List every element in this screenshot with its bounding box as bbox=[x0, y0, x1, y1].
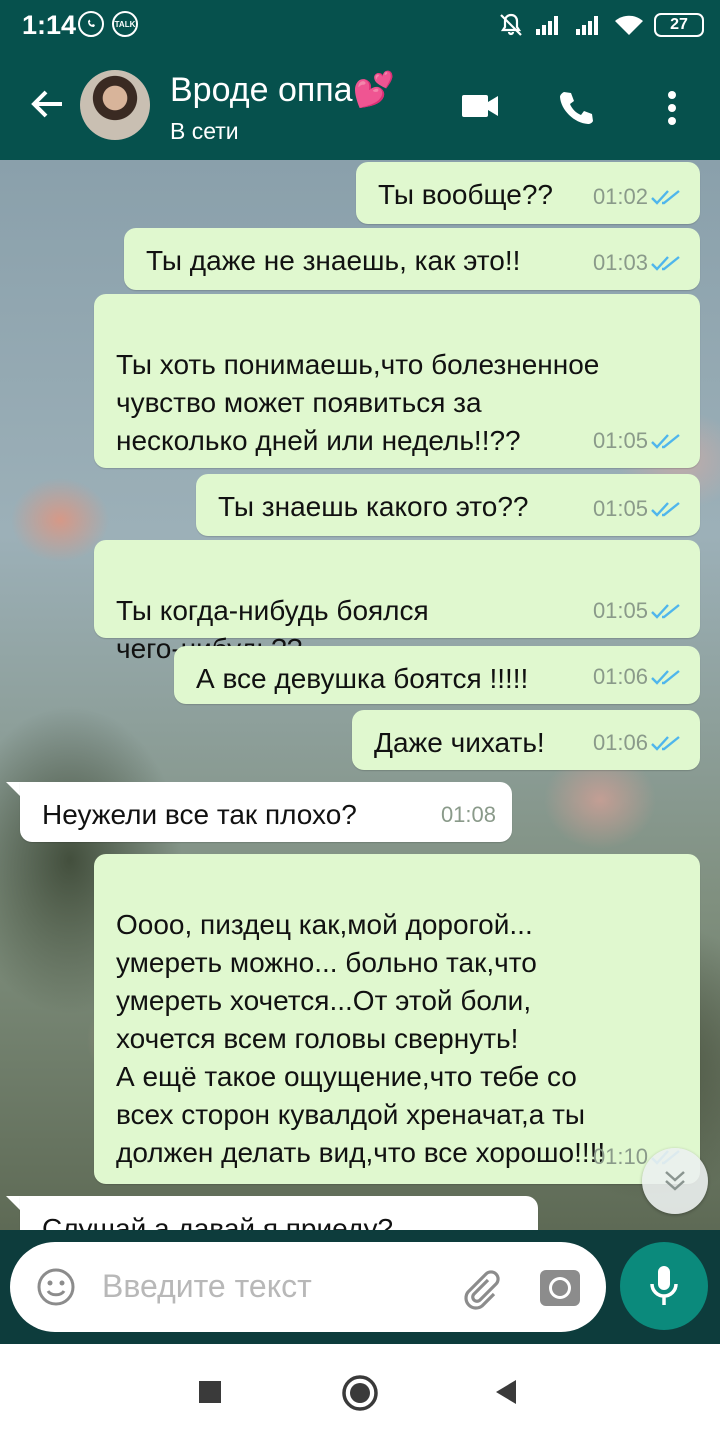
signal-icon-1 bbox=[536, 16, 558, 35]
message-time: 01:08 bbox=[440, 802, 496, 827]
message-text: Оооо, пиздец как,мой дорогой... умереть … bbox=[116, 909, 606, 1168]
more-options-button[interactable] bbox=[662, 88, 682, 133]
message-bubble-outgoing[interactable]: Ты знаешь какого это?? 01:05 bbox=[196, 474, 700, 536]
mute-icon bbox=[500, 13, 522, 36]
notification-icons: TALK bbox=[78, 11, 138, 37]
read-ticks-icon bbox=[651, 190, 680, 205]
status-time: 1:14 bbox=[22, 10, 77, 40]
message-time: 01:06 bbox=[592, 730, 648, 755]
message-bubble-outgoing[interactable]: Ты хоть понимаешь,что болезненное чувств… bbox=[94, 294, 700, 468]
message-bubble-outgoing[interactable]: Ты когда-нибудь боялся чего-нибудь?? 01:… bbox=[94, 540, 700, 664]
read-ticks-icon bbox=[651, 604, 680, 619]
message-text: Ты вообще?? bbox=[378, 179, 553, 210]
message-text: Ты знаешь какого это?? bbox=[218, 491, 529, 522]
mic-icon bbox=[650, 1266, 678, 1305]
system-navigation-bar bbox=[0, 1344, 720, 1440]
emoji-icon[interactable] bbox=[36, 1267, 76, 1307]
voice-record-button[interactable] bbox=[620, 1242, 708, 1330]
message-meta: 01:06 bbox=[593, 724, 684, 762]
wifi-icon bbox=[615, 15, 643, 35]
read-ticks-icon bbox=[651, 256, 680, 271]
message-text: Слушай,а давай я приеду? bbox=[42, 1213, 394, 1230]
message-bubble-outgoing[interactable]: Оооо, пиздец как,мой дорогой... умереть … bbox=[94, 854, 700, 1184]
video-call-button[interactable] bbox=[460, 88, 500, 129]
message-meta: 01:05 bbox=[593, 422, 684, 460]
message-text: А все девушка боятся !!!!! bbox=[196, 663, 529, 694]
phone-icon bbox=[560, 92, 593, 124]
voice-call-button[interactable] bbox=[556, 88, 596, 133]
message-input-container[interactable]: Введите текст bbox=[10, 1242, 606, 1332]
message-bubble-incoming[interactable]: Неужели все так плохо? 01:08 bbox=[20, 782, 512, 842]
battery-indicator: 27 bbox=[654, 13, 704, 37]
message-bubble-incoming[interactable]: Слушай,а давай я приеду? bbox=[20, 1196, 538, 1230]
message-input[interactable]: Введите текст bbox=[102, 1268, 312, 1305]
signal-icon-2 bbox=[576, 16, 598, 35]
system-icons: 27 bbox=[498, 12, 704, 38]
whatsapp-notification-icon bbox=[78, 11, 104, 37]
composer: Введите текст bbox=[0, 1230, 720, 1344]
message-time: 01:02 bbox=[592, 184, 648, 209]
avatar[interactable] bbox=[80, 70, 150, 140]
message-meta: 01:03 bbox=[593, 244, 684, 282]
message-text: Даже чихать! bbox=[374, 727, 545, 758]
attach-icon[interactable] bbox=[458, 1266, 502, 1310]
message-time: 01:03 bbox=[592, 250, 648, 275]
contact-name[interactable]: Вроде оппа💕 bbox=[170, 70, 395, 110]
message-meta: 01:06 bbox=[593, 658, 684, 696]
home-circle-icon bbox=[342, 1375, 378, 1411]
video-call-icon bbox=[462, 95, 498, 117]
message-time: 01:06 bbox=[592, 664, 648, 689]
message-meta: 01:02 bbox=[593, 178, 684, 216]
read-ticks-icon bbox=[651, 502, 680, 517]
contact-status: В сети bbox=[170, 118, 239, 144]
read-ticks-icon bbox=[651, 434, 680, 449]
message-time: 01:10 bbox=[592, 1144, 648, 1169]
status-bar: 1:14 TALK 27 bbox=[0, 0, 720, 52]
message-bubble-outgoing[interactable]: Ты вообще?? 01:02 bbox=[356, 162, 700, 224]
read-ticks-icon bbox=[651, 736, 680, 751]
message-bubble-outgoing[interactable]: Даже чихать! 01:06 bbox=[352, 710, 700, 770]
chat-area[interactable]: Ты вообще?? 01:02 Ты даже не знаешь, как… bbox=[0, 160, 720, 1230]
triangle-back-icon bbox=[496, 1380, 516, 1404]
recents-button[interactable] bbox=[198, 1380, 222, 1409]
read-ticks-icon bbox=[651, 670, 680, 685]
scroll-down-icon bbox=[665, 1171, 685, 1191]
message-meta: 01:05 bbox=[593, 490, 684, 528]
chat-header: Вроде оппа💕 В сети bbox=[0, 52, 720, 160]
nav-back-button[interactable] bbox=[494, 1378, 518, 1411]
message-bubble-outgoing[interactable]: А все девушка боятся !!!!! 01:06 bbox=[174, 646, 700, 704]
message-meta: 01:08 bbox=[441, 796, 496, 834]
talk-notification-icon: TALK bbox=[112, 11, 138, 37]
scroll-to-bottom-button[interactable] bbox=[642, 1148, 708, 1214]
back-arrow-icon bbox=[31, 90, 62, 118]
square-icon bbox=[199, 1381, 221, 1403]
home-button[interactable] bbox=[341, 1374, 379, 1417]
message-time: 01:05 bbox=[592, 598, 648, 623]
camera-icon[interactable] bbox=[538, 1266, 582, 1310]
message-bubble-outgoing[interactable]: Ты даже не знаешь, как это!! 01:03 bbox=[124, 228, 700, 290]
message-time: 01:05 bbox=[592, 428, 648, 453]
message-meta: 01:05 bbox=[593, 592, 684, 630]
more-vert-icon bbox=[668, 91, 676, 125]
back-button[interactable] bbox=[28, 84, 68, 129]
message-text: Ты даже не знаешь, как это!! bbox=[146, 245, 521, 276]
message-text: Ты хоть понимаешь,что болезненное чувств… bbox=[116, 349, 600, 456]
message-time: 01:05 bbox=[592, 496, 648, 521]
message-text: Неужели все так плохо? bbox=[42, 799, 357, 830]
